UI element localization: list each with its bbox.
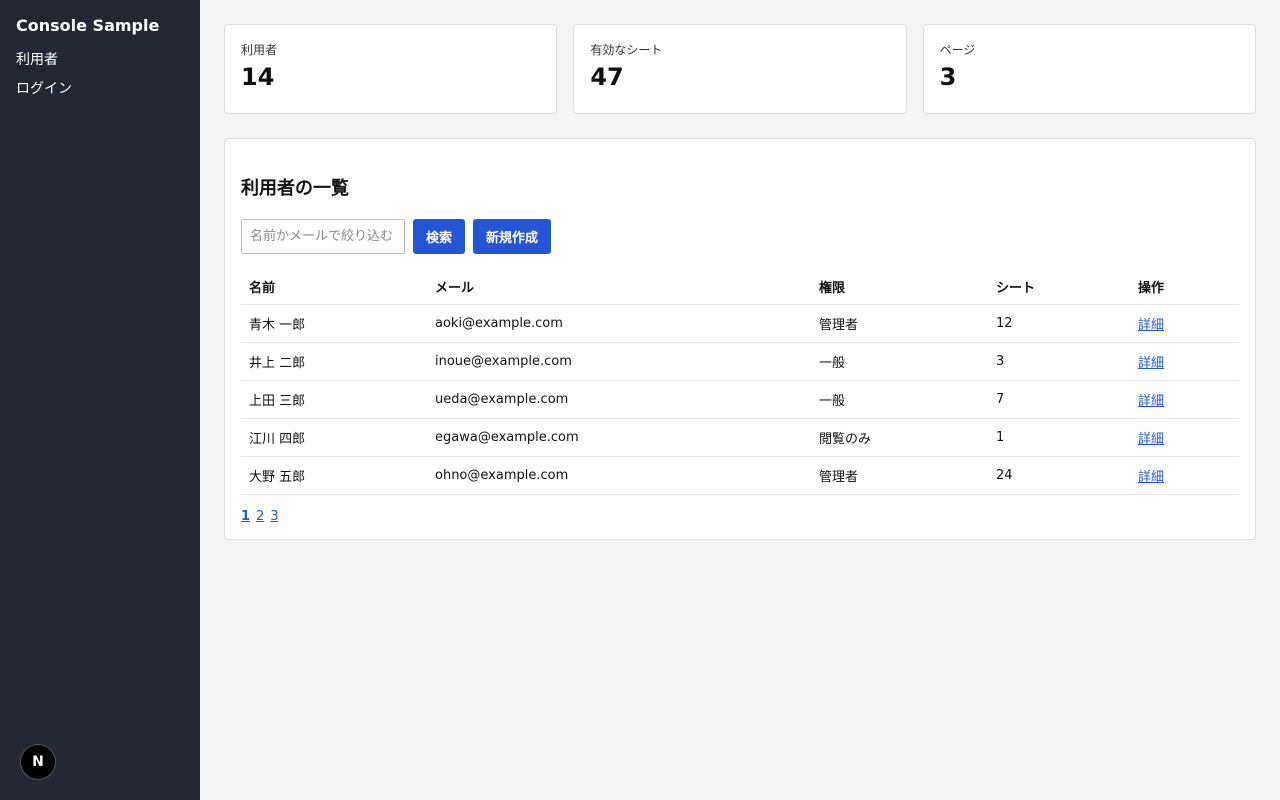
create-button[interactable]: 新規作成 <box>473 219 552 254</box>
user-list-panel: 利用者の一覧 検索 新規作成 名前 メール 権限 シート 操作 青木 一郎 ao… <box>224 138 1256 540</box>
brand-title: Console Sample <box>16 16 160 35</box>
header-action: 操作 <box>1130 268 1239 305</box>
cell-seats: 24 <box>988 456 1130 495</box>
next-dev-badge-icon[interactable]: N <box>20 744 56 780</box>
stat-label: 利用者 <box>241 43 278 57</box>
page-link-3[interactable]: 3 <box>270 509 278 524</box>
stat-card-pages: ページ 3 <box>922 24 1256 114</box>
cell-action: 詳細 <box>1130 456 1239 495</box>
page-link-2[interactable]: 2 <box>256 509 264 524</box>
table-header-row: 名前 メール 権限 シート 操作 <box>241 268 1239 305</box>
cell-role: 一般 <box>811 380 988 419</box>
cell-name: 大野 五郎 <box>241 456 427 495</box>
detail-link[interactable]: 詳細 <box>1138 356 1164 371</box>
header-email: メール <box>427 268 811 305</box>
table-row: 上田 三郎 ueda@example.com 一般 7 詳細 <box>241 380 1239 419</box>
cell-action: 詳細 <box>1130 380 1239 419</box>
cell-seats: 3 <box>988 342 1130 381</box>
cell-role: 一般 <box>811 342 988 381</box>
cell-role: 管理者 <box>811 304 988 343</box>
cell-name: 井上 二郎 <box>241 342 427 381</box>
cell-seats: 1 <box>988 418 1130 457</box>
header-name: 名前 <box>241 268 427 305</box>
stat-card-active-seats: 有効なシート 47 <box>573 24 907 114</box>
cell-role: 閲覧のみ <box>811 418 988 457</box>
cell-name: 江川 四郎 <box>241 418 427 457</box>
detail-link[interactable]: 詳細 <box>1138 318 1164 333</box>
table-row: 井上 二郎 inoue@example.com 一般 3 詳細 <box>241 342 1239 381</box>
table-row: 青木 一郎 aoki@example.com 管理者 12 詳細 <box>241 304 1239 343</box>
search-input[interactable] <box>241 219 405 254</box>
table-row: 江川 四郎 egawa@example.com 閲覧のみ 1 詳細 <box>241 418 1239 457</box>
cell-name: 上田 三郎 <box>241 380 427 419</box>
sidebar: Console Sample 利用者 ログイン <box>0 0 200 800</box>
stat-value: 3 <box>939 63 957 91</box>
cell-action: 詳細 <box>1130 342 1239 381</box>
header-role: 権限 <box>811 268 988 305</box>
stat-card-users: 利用者 14 <box>224 24 558 114</box>
detail-link[interactable]: 詳細 <box>1138 394 1164 409</box>
table-row: 大野 五郎 ohno@example.com 管理者 24 詳細 <box>241 456 1239 495</box>
cell-email: egawa@example.com <box>427 418 811 457</box>
sidebar-item-users[interactable]: 利用者 <box>16 46 184 75</box>
stat-value: 47 <box>590 63 624 91</box>
cell-email: ueda@example.com <box>427 380 811 419</box>
sidebar-item-login[interactable]: ログイン <box>16 75 184 104</box>
stats-row: 利用者 14 有効なシート 47 ページ 3 <box>224 24 1256 114</box>
cell-name: 青木 一郎 <box>241 304 427 343</box>
stat-label: ページ <box>939 43 976 57</box>
cell-email: ohno@example.com <box>427 456 811 495</box>
detail-link[interactable]: 詳細 <box>1138 432 1164 447</box>
search-button[interactable]: 検索 <box>413 219 466 254</box>
cell-seats: 7 <box>988 380 1130 419</box>
cell-email: aoki@example.com <box>427 304 811 343</box>
pagination: 1 2 3 <box>241 509 1239 524</box>
page-link-1[interactable]: 1 <box>241 509 250 524</box>
cell-email: inoue@example.com <box>427 342 811 381</box>
cell-seats: 12 <box>988 304 1130 343</box>
page-title: 利用者の一覧 <box>241 178 349 199</box>
stat-value: 14 <box>241 63 275 91</box>
cell-action: 詳細 <box>1130 304 1239 343</box>
stat-label: 有効なシート <box>590 43 663 57</box>
cell-role: 管理者 <box>811 456 988 495</box>
user-table: 名前 メール 権限 シート 操作 青木 一郎 aoki@example.com … <box>241 268 1239 495</box>
cell-action: 詳細 <box>1130 418 1239 457</box>
header-seats: シート <box>988 268 1130 305</box>
toolbar: 検索 新規作成 <box>241 219 1239 254</box>
detail-link[interactable]: 詳細 <box>1138 470 1164 485</box>
